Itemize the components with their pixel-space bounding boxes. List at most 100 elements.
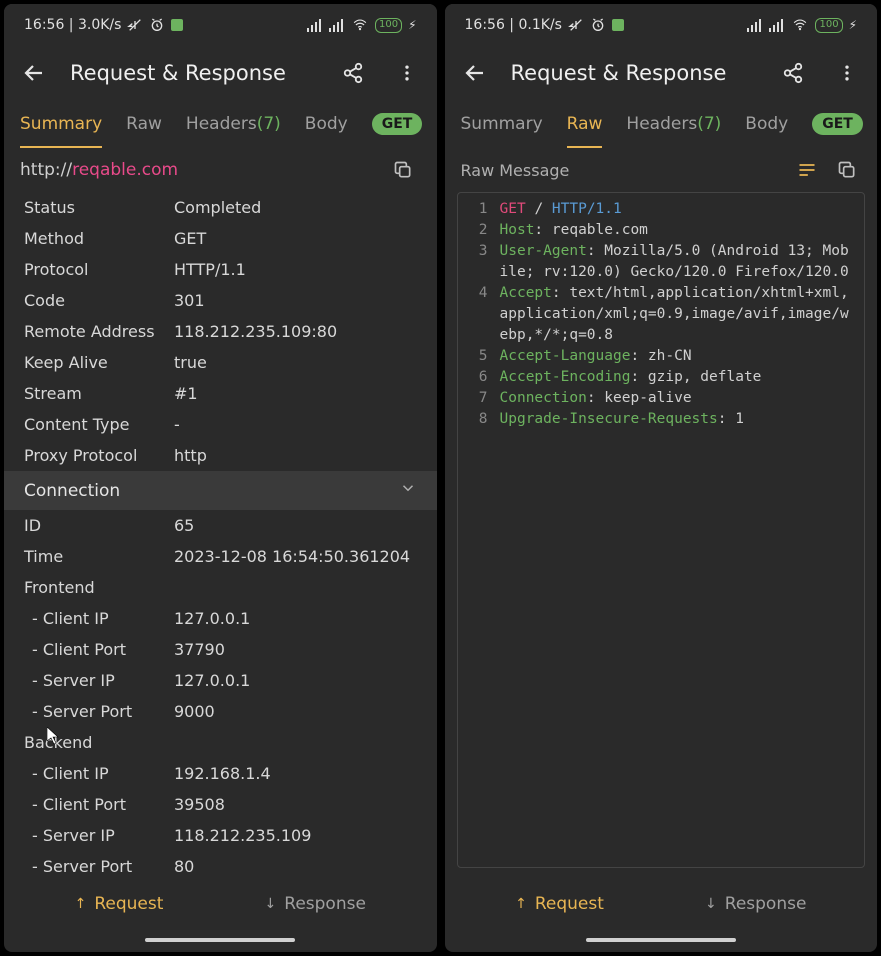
- charging-icon: ⚡: [849, 18, 857, 32]
- frontend-label: Frontend: [4, 572, 437, 603]
- kv-row: Client Port39508: [4, 789, 437, 820]
- chevron-down-icon: [399, 479, 417, 502]
- kv-row: Time2023-12-08 16:54:50.361204: [4, 541, 437, 572]
- kv-val: -: [174, 415, 417, 434]
- arrow-up-icon: ↑: [515, 896, 527, 912]
- kv-val: #1: [174, 384, 417, 403]
- share-button[interactable]: [775, 55, 811, 91]
- kv-row: Content Type-: [4, 409, 437, 440]
- arrow-down-icon: ↓: [705, 896, 717, 912]
- share-button[interactable]: [335, 55, 371, 91]
- request-tab-button[interactable]: ↑Request: [515, 894, 604, 914]
- line-number: 3: [466, 241, 488, 283]
- copy-button[interactable]: [833, 156, 861, 184]
- page-title: Request & Response: [70, 61, 317, 85]
- tab-headers[interactable]: Headers(7): [186, 100, 281, 148]
- kv-key: Client Port: [24, 795, 174, 814]
- battery-icon: 100: [815, 18, 842, 33]
- phone-left: 16:56 | 3.0K/s 100 ⚡ Request & Response …: [4, 4, 437, 952]
- kv-key: Keep Alive: [24, 353, 174, 372]
- kv-row: Client Port37790: [4, 634, 437, 665]
- kv-row: Server Port9000: [4, 696, 437, 727]
- tab-headers[interactable]: Headers(7): [626, 100, 721, 148]
- kv-val: 39508: [174, 795, 417, 814]
- request-tab-button[interactable]: ↑Request: [75, 894, 164, 914]
- kv-row: Keep Alivetrue: [4, 347, 437, 378]
- kv-row: Remote Address118.212.235.109:80: [4, 316, 437, 347]
- wrap-button[interactable]: [793, 156, 821, 184]
- tab-body[interactable]: Body: [305, 100, 348, 148]
- url-scheme: http://: [20, 160, 72, 180]
- kv-val: 65: [174, 516, 417, 535]
- summary-content: StatusCompletedMethodGETProtocolHTTP/1.1…: [4, 192, 437, 876]
- kv-val: 127.0.0.1: [174, 609, 417, 628]
- kv-val: 118.212.235.109:80: [174, 322, 417, 341]
- alarm-icon: [590, 17, 606, 33]
- kv-key: ID: [24, 516, 174, 535]
- kv-key: Client IP: [24, 609, 174, 628]
- line-number: 8: [466, 409, 488, 430]
- kv-row: MethodGET: [4, 223, 437, 254]
- response-tab-button[interactable]: ↓Response: [265, 894, 366, 914]
- kv-val: true: [174, 353, 417, 372]
- more-button[interactable]: [389, 55, 425, 91]
- tab-raw[interactable]: Raw: [126, 100, 162, 148]
- more-button[interactable]: [829, 55, 865, 91]
- kv-row: Client IP127.0.0.1: [4, 603, 437, 634]
- kv-val: 9000: [174, 702, 417, 721]
- tab-summary[interactable]: Summary: [20, 100, 102, 148]
- bottom-bar: ↑Request ↓Response: [445, 876, 878, 932]
- home-indicator: [145, 938, 295, 942]
- kv-key: Server Port: [24, 702, 174, 721]
- raw-line: 8Upgrade-Insecure-Requests: 1: [466, 409, 857, 430]
- arrow-up-icon: ↑: [75, 896, 87, 912]
- kv-key: Proxy Protocol: [24, 446, 174, 465]
- tab-body[interactable]: Body: [745, 100, 788, 148]
- bottom-bar: ↑Request ↓Response: [4, 876, 437, 932]
- statusbar-time: 16:56 | 0.1K/s: [465, 17, 562, 33]
- tab-raw[interactable]: Raw: [567, 100, 603, 148]
- kv-row: Server Port80: [4, 851, 437, 876]
- square-indicator-icon: [171, 19, 183, 31]
- arrow-down-icon: ↓: [265, 896, 277, 912]
- method-badge: GET: [812, 113, 863, 135]
- signal-icon: [747, 18, 763, 32]
- kv-key: Client IP: [24, 764, 174, 783]
- connection-section-header[interactable]: Connection: [4, 471, 437, 510]
- kv-row: ProtocolHTTP/1.1: [4, 254, 437, 285]
- kv-val: http: [174, 446, 417, 465]
- kv-key: Status: [24, 198, 174, 217]
- url-host: reqable.com: [72, 160, 178, 180]
- kv-row: Proxy Protocolhttp: [4, 440, 437, 471]
- kv-key: Server Port: [24, 857, 174, 876]
- raw-line: 3User-Agent: Mozilla/5.0 (Android 13; Mo…: [466, 241, 857, 283]
- kv-row: Code301: [4, 285, 437, 316]
- statusbar-time: 16:56 | 3.0K/s: [24, 17, 121, 33]
- back-button[interactable]: [457, 55, 493, 91]
- line-number: 4: [466, 283, 488, 346]
- kv-val: 118.212.235.109: [174, 826, 417, 845]
- raw-message-box[interactable]: 1GET / HTTP/1.12Host: reqable.com3User-A…: [457, 192, 866, 868]
- raw-line: 4Accept: text/html,application/xhtml+xml…: [466, 283, 857, 346]
- signal-icon: [769, 18, 785, 32]
- back-button[interactable]: [16, 55, 52, 91]
- kv-key: Time: [24, 547, 174, 566]
- kv-key: Server IP: [24, 671, 174, 690]
- line-number: 2: [466, 220, 488, 241]
- url-bar: http://reqable.com: [4, 148, 437, 192]
- kv-row: ID65: [4, 510, 437, 541]
- kv-key: Remote Address: [24, 322, 174, 341]
- kv-val: HTTP/1.1: [174, 260, 417, 279]
- line-number: 1: [466, 199, 488, 220]
- tab-summary[interactable]: Summary: [461, 100, 543, 148]
- response-tab-button[interactable]: ↓Response: [705, 894, 806, 914]
- method-badge: GET: [372, 113, 423, 135]
- kv-row: StatusCompleted: [4, 192, 437, 223]
- raw-line: 5Accept-Language: zh-CN: [466, 346, 857, 367]
- charging-icon: ⚡: [408, 18, 416, 32]
- copy-url-button[interactable]: [385, 152, 421, 188]
- kv-val: 192.168.1.4: [174, 764, 417, 783]
- raw-heading: Raw Message: [445, 148, 878, 192]
- raw-line: 2Host: reqable.com: [466, 220, 857, 241]
- kv-key: Protocol: [24, 260, 174, 279]
